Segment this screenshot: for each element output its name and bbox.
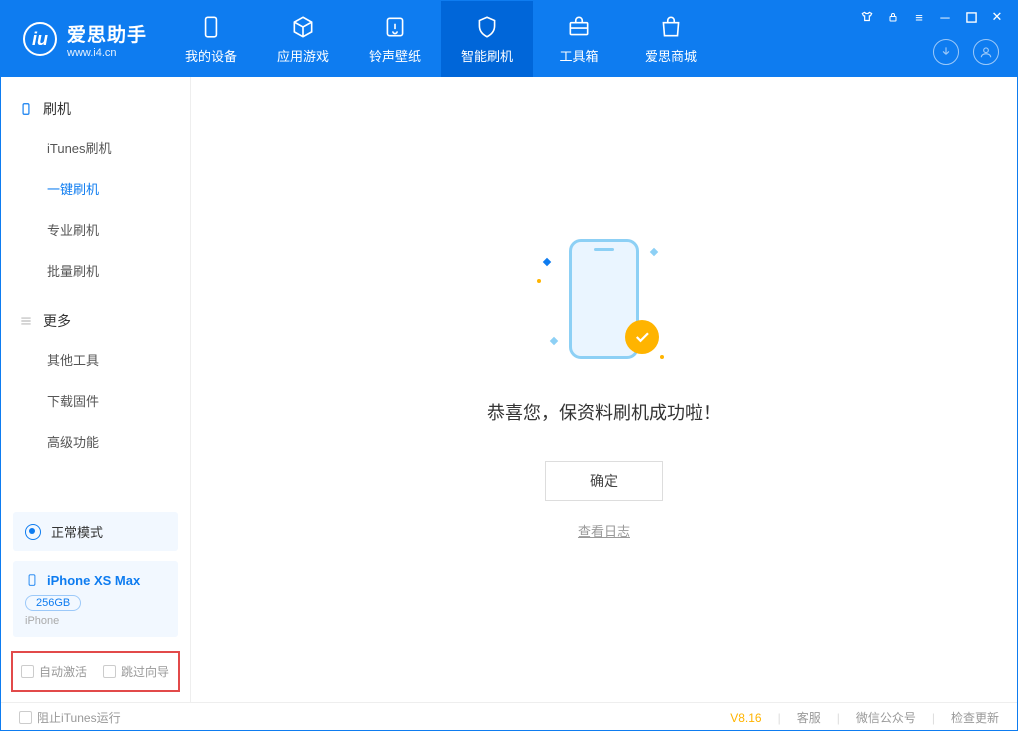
check-icon	[625, 320, 659, 354]
success-message: 恭喜您，保资料刷机成功啦！	[487, 399, 721, 425]
sidebar-item-batch-flash[interactable]: 批量刷机	[47, 250, 190, 291]
sidebar: 刷机 iTunes刷机 一键刷机 专业刷机 批量刷机 更多 其他工具 下载固件 …	[1, 77, 191, 702]
app-subtitle: www.i4.cn	[67, 47, 147, 59]
header: iu 爱思助手 www.i4.cn 我的设备 应用游戏 铃声壁纸 智能刷机 工具…	[1, 1, 1017, 77]
ok-button[interactable]: 确定	[545, 461, 663, 501]
checkbox-icon	[103, 665, 116, 678]
sidebar-group-flash: 刷机	[1, 91, 190, 127]
app-title: 爱思助手	[67, 20, 147, 47]
sidebar-item-other-tools[interactable]: 其他工具	[47, 339, 190, 380]
footer-check-update[interactable]: 检查更新	[951, 709, 999, 726]
menu-icon[interactable]: ≡	[911, 9, 927, 25]
close-button[interactable]: ✕	[989, 9, 1005, 25]
download-icon[interactable]	[933, 39, 959, 65]
maximize-button[interactable]	[963, 9, 979, 25]
highlighted-options: 自动激活 跳过向导	[11, 651, 180, 692]
checkbox-icon	[19, 711, 32, 724]
version-label: V8.16	[730, 711, 761, 725]
device-icon	[198, 14, 224, 40]
app-logo: iu 爱思助手 www.i4.cn	[1, 20, 165, 59]
device-card[interactable]: iPhone XS Max 256GB iPhone	[13, 561, 178, 637]
shield-icon	[474, 14, 500, 40]
header-actions	[933, 39, 999, 65]
sidebar-item-itunes-flash[interactable]: iTunes刷机	[47, 127, 190, 168]
footer-customer-service[interactable]: 客服	[797, 709, 821, 726]
main-content: 恭喜您，保资料刷机成功啦！ 确定 查看日志	[191, 77, 1017, 702]
tab-my-device[interactable]: 我的设备	[165, 1, 257, 77]
phone-icon	[19, 102, 33, 116]
checkbox-auto-activate[interactable]: 自动激活	[21, 663, 87, 680]
minimize-button[interactable]: ─	[937, 9, 953, 25]
logo-icon: iu	[23, 22, 57, 56]
toolbox-icon	[566, 14, 592, 40]
cube-icon	[290, 14, 316, 40]
tab-ringtones[interactable]: 铃声壁纸	[349, 1, 441, 77]
device-type: iPhone	[25, 615, 166, 627]
window-controls: ≡ ─ ✕	[859, 9, 1005, 25]
sidebar-item-oneclick-flash[interactable]: 一键刷机	[47, 168, 190, 209]
bag-icon	[658, 14, 684, 40]
tab-toolbox[interactable]: 工具箱	[533, 1, 625, 77]
sidebar-item-advanced[interactable]: 高级功能	[47, 421, 190, 462]
footer-wechat[interactable]: 微信公众号	[856, 709, 916, 726]
list-icon	[19, 314, 33, 328]
checkbox-skip-guide[interactable]: 跳过向导	[103, 663, 169, 680]
checkbox-icon	[21, 665, 34, 678]
tab-store[interactable]: 爱思商城	[625, 1, 717, 77]
mode-card[interactable]: 正常模式	[13, 512, 178, 551]
sidebar-item-pro-flash[interactable]: 专业刷机	[47, 209, 190, 250]
view-log-link[interactable]: 查看日志	[578, 521, 630, 540]
user-icon[interactable]	[973, 39, 999, 65]
tab-flash[interactable]: 智能刷机	[441, 1, 533, 77]
lock-icon[interactable]	[885, 9, 901, 25]
main-tabs: 我的设备 应用游戏 铃声壁纸 智能刷机 工具箱 爱思商城	[165, 1, 717, 77]
footer: 阻止iTunes运行 V8.16 | 客服 | 微信公众号 | 检查更新	[1, 702, 1017, 732]
checkbox-block-itunes[interactable]: 阻止iTunes运行	[19, 709, 121, 726]
music-icon	[382, 14, 408, 40]
sidebar-group-more: 更多	[1, 303, 190, 339]
sidebar-item-download-firmware[interactable]: 下载固件	[47, 380, 190, 421]
mode-icon	[25, 524, 41, 540]
device-capacity: 256GB	[25, 595, 81, 611]
tab-apps[interactable]: 应用游戏	[257, 1, 349, 77]
success-illustration	[539, 239, 669, 369]
tshirt-icon[interactable]	[859, 9, 875, 25]
phone-icon	[25, 571, 39, 589]
